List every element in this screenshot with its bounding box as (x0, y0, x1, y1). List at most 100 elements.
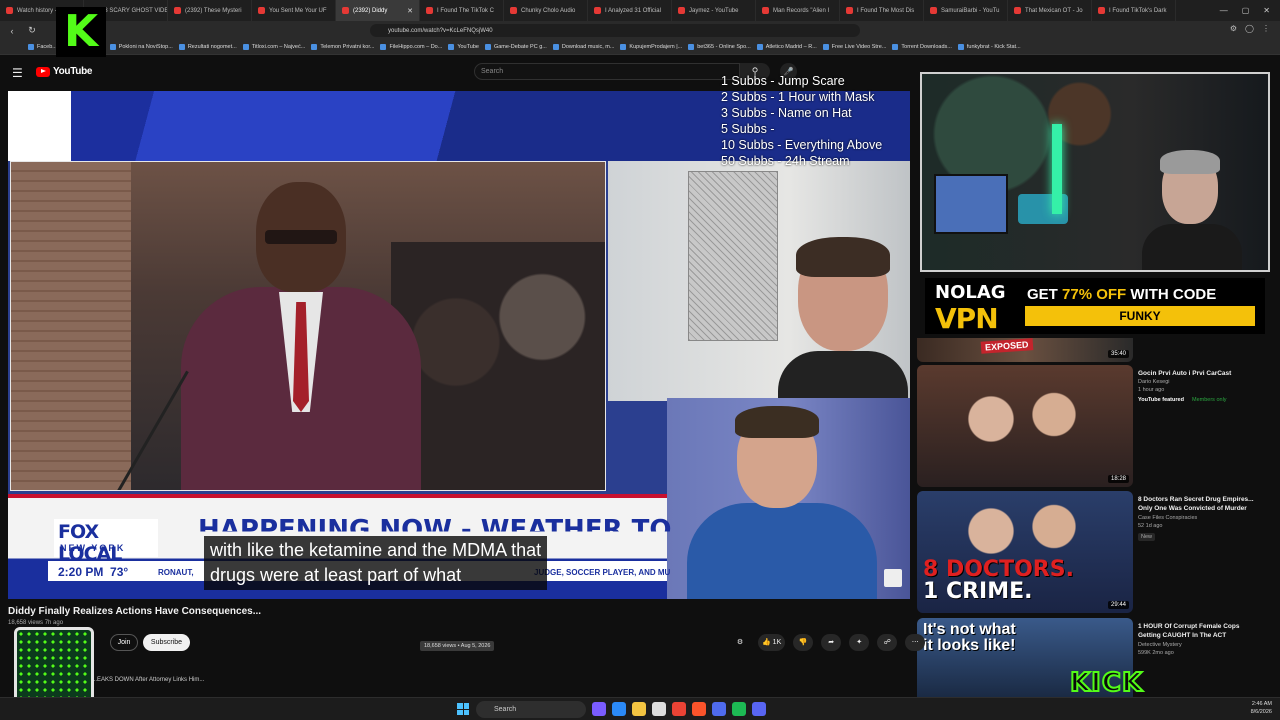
join-button[interactable]: Join (110, 634, 138, 651)
file-explorer-icon[interactable] (632, 702, 646, 716)
browser-tab[interactable]: (2392) Diddy ✕ (336, 0, 420, 21)
maximize-icon[interactable]: ▢ (1242, 6, 1250, 15)
teams-icon[interactable] (712, 702, 726, 716)
subs-goal-line: 5 Subbs - (721, 122, 775, 136)
host-office-cam (608, 161, 910, 401)
related-video-title[interactable]: ...EAKS DOWN After Attorney Links Him... (92, 677, 204, 683)
hamburger-menu-icon[interactable]: ☰ (12, 66, 23, 80)
browser-tab[interactable]: Jaymez - YouTube (672, 0, 756, 21)
discord-icon[interactable] (752, 702, 766, 716)
bookmark-item[interactable]: Free Live Video Stre... (822, 44, 886, 50)
bookmark-item[interactable]: Pokloni na NoviStop... (109, 44, 173, 50)
taskbar-search[interactable]: Search (476, 701, 586, 718)
recommendation-channel[interactable]: Detective Mystery (1138, 642, 1182, 648)
bookmark-item[interactable]: Titloxi.com – Najveć... (242, 44, 305, 50)
bookmark-item[interactable]: Game-Debate PC g... (484, 44, 547, 50)
recommendation-thumbnail[interactable]: 18:28 (917, 365, 1133, 487)
bookmark-item[interactable]: KupujemProdajem |... (620, 44, 682, 50)
bookmark-item[interactable]: Telemon Privatni kor... (311, 44, 374, 50)
menu-icon[interactable]: ⋮ (1262, 24, 1270, 33)
tab-close-icon[interactable]: ✕ (407, 7, 413, 15)
share-icon[interactable]: ➦ (821, 634, 842, 651)
search-input[interactable]: Search (474, 63, 740, 80)
recommendation-channel[interactable]: Case Files Conspiracies (1138, 515, 1197, 521)
windows-start-icon[interactable] (457, 703, 469, 715)
like-button[interactable]: 👍 1K (758, 634, 786, 651)
recommendation-item[interactable]: 18:28 Gocin Prvi Auto i Prvi CarCast Dar… (917, 365, 1267, 488)
vpn-ad-banner[interactable]: NOLAG VPN GET 77% OFF WITH CODE FUNKY (925, 278, 1265, 335)
brave-icon[interactable] (692, 702, 706, 716)
tab-favicon-icon (426, 7, 433, 14)
settings-icon[interactable]: ⚙ (730, 634, 750, 651)
save-icon[interactable]: ☍ (877, 634, 898, 651)
subscribe-button[interactable]: Subscribe (143, 634, 190, 651)
recommendation-title[interactable]: 1 HOUR Of Corrupt Female Cops Getting CA… (1138, 622, 1263, 640)
tab-label: Man Records "Alien I (773, 7, 830, 14)
taskbar-apps (592, 702, 766, 716)
system-tray-clock[interactable]: 2:46 AM 8/6/2026 (1251, 700, 1272, 716)
browser-tab[interactable]: That Mexican OT - Jo (1008, 0, 1092, 21)
more-icon[interactable]: ⋯ (905, 634, 926, 651)
youtube-logo[interactable]: YouTube (36, 66, 93, 77)
back-icon[interactable]: ‹ (6, 26, 18, 36)
browser-tab[interactable]: I Found The Most Dis (840, 0, 924, 21)
bookmark-favicon-icon (311, 44, 318, 50)
browser-tab[interactable]: I Found TikTok's Dark (1092, 0, 1176, 21)
browser-tab[interactable]: You Sent Me Your UF (252, 0, 336, 21)
screen: Watch history - Yo 13 SCARY GHOST VIDEO (2… (0, 0, 1280, 720)
cam-logo-icon (884, 569, 902, 587)
bookmark-item[interactable]: Rezultati nogomet... (178, 44, 237, 50)
browser-tab[interactable]: I Analyzed 31 Official (588, 0, 672, 21)
browser-tab[interactable]: (2392) These Mysteri (168, 0, 252, 21)
bookmark-label: bet365 - Online Spo... (697, 44, 751, 50)
browser-tab[interactable]: SamuraiBarbi - YouTu (924, 0, 1008, 21)
bookmark-label: Rezultati nogomet... (187, 44, 237, 50)
chrome-icon[interactable] (672, 702, 686, 716)
close-window-icon[interactable]: ✕ (1263, 6, 1270, 15)
address-bar[interactable]: youtube.com/watch?v=KcLeFNQsjW40 (370, 24, 860, 37)
bookmark-favicon-icon (892, 44, 899, 50)
sparkle-icon[interactable]: ✦ (849, 634, 870, 651)
minimize-icon[interactable]: — (1220, 6, 1228, 15)
recommendation-item[interactable]: EXPOSED 35:40 (917, 338, 1267, 362)
recommendation-thumbnail[interactable]: EXPOSED 35:40 (917, 338, 1133, 362)
ad-offer-text: GET 77% OFF WITH CODE (1027, 286, 1217, 303)
extension-icon[interactable]: ⚙ (1230, 24, 1237, 33)
bookmark-item[interactable]: FileHippo.com – Do... (380, 44, 442, 50)
subs-goal-line: 1 Subbs - Jump Scare (721, 74, 845, 88)
bookmark-item[interactable]: YouTube (448, 44, 479, 50)
dislike-icon[interactable]: 👎 (793, 634, 814, 651)
recommendation-channel[interactable]: Dario Kesegi (1138, 379, 1170, 385)
bookmark-label: KupujemProdajem |... (629, 44, 683, 50)
browser-tab[interactable]: I Found The TikTok C (420, 0, 504, 21)
copilot-icon[interactable] (592, 702, 606, 716)
recommendation-title[interactable]: Gocin Prvi Auto i Prvi CarCast (1138, 369, 1263, 378)
bookmark-item[interactable]: Faceb... (28, 44, 57, 50)
recommendation-thumbnail[interactable]: 8 DOCTORS. 1 CRIME. 29:44 (917, 491, 1133, 613)
store-icon[interactable] (652, 702, 666, 716)
tab-label: You Sent Me Your UF (269, 7, 327, 14)
recommendation-item[interactable]: 8 DOCTORS. 1 CRIME. 29:44 8 Doctors Ran S… (917, 491, 1267, 614)
bookmark-item[interactable]: bet365 - Online Spo... (688, 44, 751, 50)
bookmark-item[interactable]: Download music, m... (552, 44, 614, 50)
reactor-cam (667, 398, 910, 599)
bookmark-item[interactable]: Atletico Madrid – R... (756, 44, 817, 50)
browser-tab[interactable]: Chunky Cholo Audio (504, 0, 588, 21)
reload-icon[interactable]: ↻ (26, 25, 38, 36)
windows-taskbar: Search 2:46 AM 8/6/2026 (0, 697, 1280, 720)
tab-label: I Found The TikTok C (437, 7, 494, 14)
edge-icon[interactable] (612, 702, 626, 716)
bookmark-label: Torrent Downloads... (901, 44, 952, 50)
tab-favicon-icon (258, 7, 265, 14)
recommendation-title[interactable]: 8 Doctors Ran Secret Drug Empires... Onl… (1138, 495, 1263, 513)
press-conference-scene (10, 161, 606, 491)
bookmark-favicon-icon (28, 44, 34, 50)
bookmark-item[interactable]: Torrent Downloads... (892, 44, 952, 50)
bookmark-label: Telemon Privatni kor... (320, 44, 375, 50)
members-only-badge: Members only (1192, 397, 1227, 403)
bookmark-favicon-icon (448, 44, 455, 50)
bookmark-item[interactable]: funkybrat - Kick Stat... (957, 44, 1021, 50)
spotify-icon[interactable] (732, 702, 746, 716)
profile-icon[interactable]: ◯ (1245, 24, 1254, 33)
browser-tab[interactable]: Man Records "Alien I (756, 0, 840, 21)
